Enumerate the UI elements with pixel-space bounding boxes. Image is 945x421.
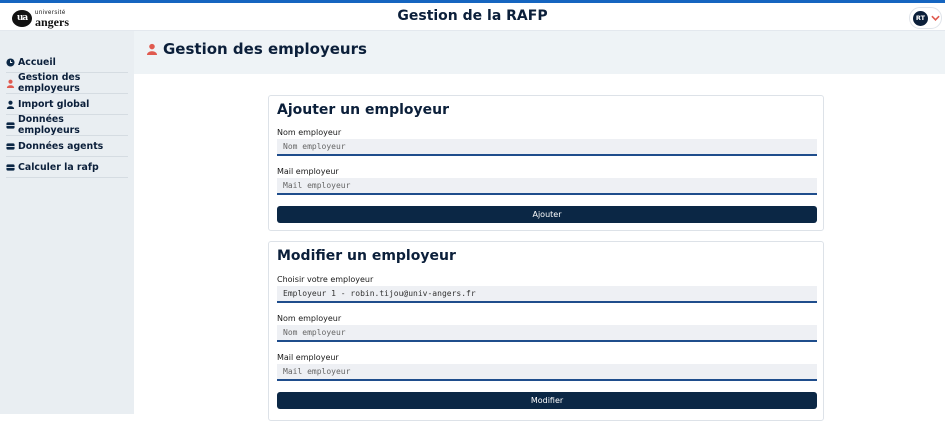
edit-mail-input[interactable]: Mail employeur bbox=[277, 364, 817, 381]
page-title-text: Gestion des employeurs bbox=[163, 40, 367, 58]
sidebar-item-label: Accueil bbox=[18, 56, 56, 68]
user-icon bbox=[146, 43, 158, 55]
add-name-label: Nom employeur bbox=[277, 128, 342, 137]
sidebar-item-gestion-employeurs[interactable]: Gestion des employeurs bbox=[6, 72, 128, 94]
sidebar: Accueil Gestion des employeurs Import gl… bbox=[0, 31, 134, 414]
page-title: Gestion des employeurs bbox=[146, 40, 367, 58]
app-title: Gestion de la RAFP bbox=[397, 8, 548, 24]
edit-employer-card: Modifier un employeur Choisir votre empl… bbox=[268, 241, 824, 421]
edit-name-label: Nom employeur bbox=[277, 314, 342, 323]
sidebar-item-label: Données employeurs bbox=[18, 114, 80, 136]
add-employer-card: Ajouter un employeur Nom employeur Nom e… bbox=[268, 95, 824, 231]
database-icon bbox=[6, 121, 15, 129]
sidebar-item-import-global[interactable]: Import global bbox=[6, 94, 128, 115]
database-icon bbox=[6, 142, 15, 150]
add-name-input[interactable]: Nom employeur bbox=[277, 139, 817, 156]
sidebar-item-calculer-rafp[interactable]: Calculer la rafp bbox=[6, 157, 128, 178]
edit-employer-button[interactable]: Modifier bbox=[277, 392, 817, 409]
sidebar-item-donnees-employeurs[interactable]: Données employeurs bbox=[6, 114, 128, 136]
sidebar-item-label: Calculer la rafp bbox=[18, 161, 99, 173]
sidebar-item-label: Données agents bbox=[18, 140, 104, 152]
avatar: RT bbox=[913, 10, 928, 26]
add-employer-title: Ajouter un employeur bbox=[277, 102, 450, 118]
user-icon bbox=[6, 79, 15, 88]
sidebar-item-accueil[interactable]: Accueil bbox=[6, 52, 128, 73]
database-icon bbox=[6, 163, 15, 171]
user-icon bbox=[6, 100, 15, 109]
edit-name-input[interactable]: Nom employeur bbox=[277, 325, 817, 342]
sidebar-item-label: Gestion des employeurs bbox=[18, 72, 81, 94]
user-menu-button[interactable]: RT bbox=[909, 7, 942, 29]
edit-employer-title: Modifier un employeur bbox=[277, 248, 456, 264]
select-employer-label: Choisir votre employeur bbox=[277, 275, 374, 284]
add-employer-button[interactable]: Ajouter bbox=[277, 206, 817, 223]
add-mail-input[interactable]: Mail employeur bbox=[277, 178, 817, 195]
clock-icon bbox=[6, 57, 15, 67]
chevron-down-icon bbox=[931, 15, 940, 21]
sidebar-item-label: Import global bbox=[18, 98, 90, 110]
app-header: ua université angers Gestion de la RAFP … bbox=[0, 3, 945, 31]
add-mail-label: Mail employeur bbox=[277, 167, 339, 176]
employer-select[interactable]: Employeur 1 - robin.tijou@univ-angers.fr bbox=[277, 286, 817, 303]
sidebar-item-donnees-agents[interactable]: Données agents bbox=[6, 136, 128, 157]
edit-mail-label: Mail employeur bbox=[277, 353, 339, 362]
